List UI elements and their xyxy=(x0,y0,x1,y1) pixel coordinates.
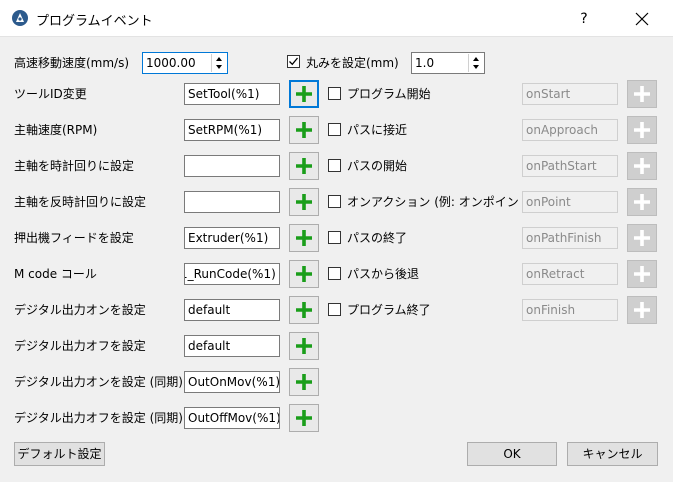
event-label: M code コール xyxy=(14,267,97,281)
event-code-input[interactable]: OutOnMov(%1) xyxy=(184,371,280,393)
event-label: 主軸を反時計回りに設定 xyxy=(14,195,147,209)
event-code-input[interactable]: onStart xyxy=(522,83,618,105)
blend-checkbox[interactable] xyxy=(287,55,300,68)
close-icon xyxy=(635,12,649,26)
event-label: オンアクション (例: オンポイント) xyxy=(347,195,536,209)
check-icon xyxy=(289,57,299,66)
event-code-input[interactable] xyxy=(184,155,280,177)
event-enable-checkbox[interactable] xyxy=(328,267,341,280)
event-label: デジタル出力オフを設定 xyxy=(14,339,146,353)
add-event-button[interactable] xyxy=(289,260,319,288)
add-event-button[interactable] xyxy=(627,188,657,216)
blend-spinbox[interactable]: 1.0 xyxy=(411,52,485,74)
add-event-button[interactable] xyxy=(627,152,657,180)
add-event-button[interactable] xyxy=(627,296,657,324)
event-label: デジタル出力オフを設定 (同期) xyxy=(14,411,183,425)
close-button[interactable] xyxy=(630,8,654,30)
event-code-input[interactable]: onFinish xyxy=(522,299,618,321)
add-event-button[interactable] xyxy=(289,116,319,144)
event-enable-checkbox[interactable] xyxy=(328,231,341,244)
event-code-input[interactable]: SetTool(%1) xyxy=(184,83,280,105)
add-event-button[interactable] xyxy=(289,188,319,216)
event-label: プログラム終了 xyxy=(347,303,431,317)
spin-up-icon xyxy=(473,57,479,61)
spin-down-icon xyxy=(473,65,479,69)
add-event-button[interactable] xyxy=(627,260,657,288)
rapid-speed-label: 高速移動速度(mm/s) xyxy=(14,56,130,70)
event-label: ツールID変更 xyxy=(14,87,87,101)
add-event-button[interactable] xyxy=(289,80,319,108)
blend-value: 1.0 xyxy=(415,56,435,70)
add-event-button[interactable] xyxy=(289,224,319,252)
rapid-speed-value: 1000.00 xyxy=(146,56,196,70)
add-event-button[interactable] xyxy=(627,224,657,252)
event-enable-checkbox[interactable] xyxy=(328,87,341,100)
spin-arrows[interactable] xyxy=(211,54,226,72)
plus-icon xyxy=(634,158,650,174)
event-code-input[interactable]: onPathStart xyxy=(522,155,618,177)
event-code-input[interactable]: default xyxy=(184,335,280,357)
plus-icon xyxy=(296,86,312,102)
event-label: 押出機フィードを設定 xyxy=(14,231,134,245)
app-logo-icon xyxy=(12,10,28,26)
plus-icon xyxy=(634,266,650,282)
plus-icon xyxy=(296,302,312,318)
event-code-input[interactable]: Extruder(%1) xyxy=(184,227,280,249)
event-label: 主軸を時計回りに設定 xyxy=(14,159,135,173)
add-event-button[interactable] xyxy=(289,296,319,324)
event-code-input[interactable]: OutOffMov(%1) xyxy=(184,407,280,429)
add-event-button[interactable] xyxy=(289,152,319,180)
add-event-button[interactable] xyxy=(289,404,319,432)
event-label: パスに接近 xyxy=(347,123,408,137)
help-button[interactable]: ? xyxy=(572,8,596,30)
blend-label: 丸みを設定(mm) xyxy=(306,56,399,70)
event-code-input[interactable]: onPoint xyxy=(522,191,618,213)
event-code-input[interactable]: onApproach xyxy=(522,119,618,141)
plus-icon xyxy=(634,194,650,210)
spin-arrows[interactable] xyxy=(468,54,483,72)
event-enable-checkbox[interactable] xyxy=(328,303,341,316)
spin-up-icon xyxy=(216,57,222,61)
plus-icon xyxy=(296,230,312,246)
window-title: プログラムイベント xyxy=(36,14,153,29)
plus-icon xyxy=(296,122,312,138)
event-code-input[interactable] xyxy=(184,191,280,213)
plus-icon xyxy=(634,122,650,138)
rapid-speed-spinbox[interactable]: 1000.00 xyxy=(142,52,228,74)
add-event-button[interactable] xyxy=(289,332,319,360)
event-label: 主軸速度(RPM) xyxy=(14,123,98,137)
event-code-input[interactable]: onPathFinish xyxy=(522,227,618,249)
plus-icon xyxy=(296,338,312,354)
cancel-button[interactable]: キャンセル xyxy=(567,442,658,466)
plus-icon xyxy=(634,302,650,318)
defaults-button[interactable]: デフォルト設定 xyxy=(14,442,105,466)
event-enable-checkbox[interactable] xyxy=(328,159,341,172)
event-label: パスから後退 xyxy=(347,267,420,281)
plus-icon xyxy=(296,374,312,390)
event-label: パスの開始 xyxy=(347,159,408,173)
event-label: デジタル出力オンを設定 xyxy=(14,303,146,317)
title-bar: プログラムイベント ? xyxy=(0,0,673,37)
add-event-button[interactable] xyxy=(627,80,657,108)
event-enable-checkbox[interactable] xyxy=(328,195,341,208)
event-label: プログラム開始 xyxy=(347,87,431,101)
ok-button[interactable]: OK xyxy=(467,442,557,466)
plus-icon xyxy=(296,266,312,282)
plus-icon xyxy=(296,410,312,426)
event-code-input[interactable]: SetRPM(%1) xyxy=(184,119,280,141)
plus-icon xyxy=(634,86,650,102)
event-label: デジタル出力オンを設定 (同期) xyxy=(14,375,183,389)
plus-icon xyxy=(296,194,312,210)
spin-down-icon xyxy=(216,65,222,69)
event-label: パスの終了 xyxy=(347,231,408,245)
add-event-button[interactable] xyxy=(627,116,657,144)
event-enable-checkbox[interactable] xyxy=(328,123,341,136)
plus-icon xyxy=(634,230,650,246)
event-code-input[interactable]: onRetract xyxy=(522,263,618,285)
plus-icon xyxy=(296,158,312,174)
add-event-button[interactable] xyxy=(289,368,319,396)
event-code-input[interactable]: default xyxy=(184,299,280,321)
event-code-input[interactable]: _1_RunCode(%1) xyxy=(184,263,280,285)
